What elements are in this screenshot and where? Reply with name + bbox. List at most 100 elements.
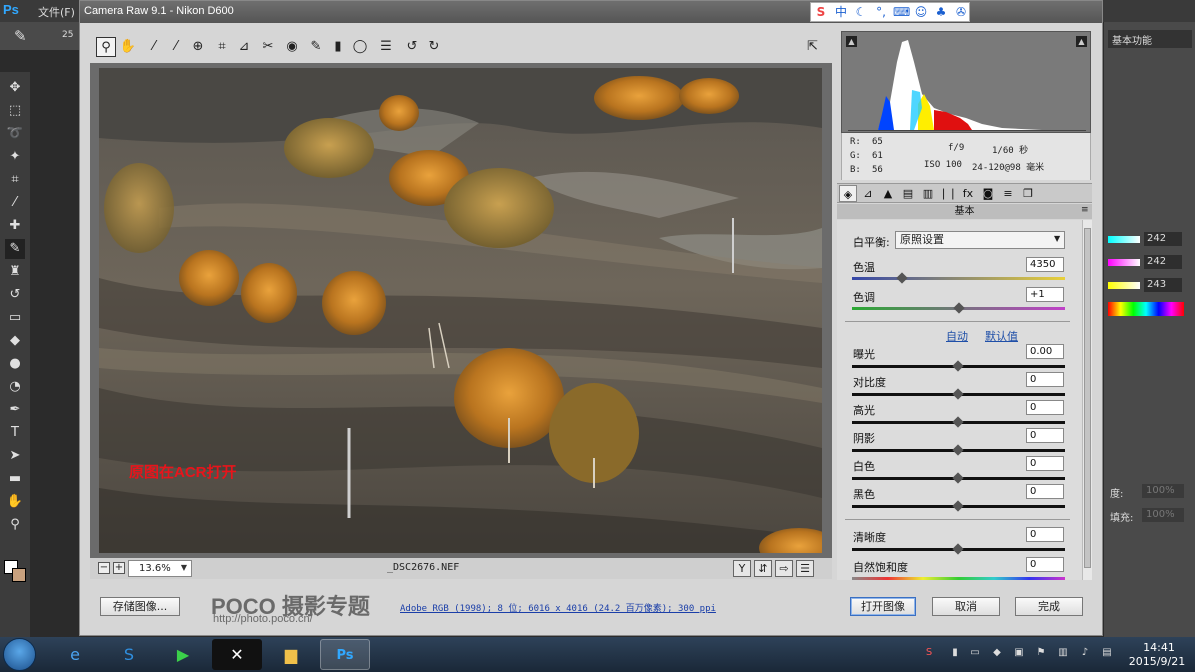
tray-battery-icon[interactable]: ▭: [968, 646, 982, 660]
color-value-g[interactable]: 242: [1144, 255, 1182, 269]
opacity-field[interactable]: 100%: [1142, 484, 1184, 498]
clock-time[interactable]: 14:41: [1134, 641, 1184, 654]
compare-y-icon[interactable]: Y: [733, 560, 751, 577]
default-link[interactable]: 默认值: [985, 328, 1018, 344]
tab-hsl-icon[interactable]: ▤: [899, 185, 917, 202]
spot-removal-icon[interactable]: ✂: [258, 37, 278, 57]
fill-field[interactable]: 100%: [1142, 508, 1184, 522]
rotate-right-icon[interactable]: ↻: [424, 37, 444, 57]
brush-preset-icon[interactable]: ✎: [14, 27, 27, 45]
stamp-tool-icon[interactable]: ♜: [5, 262, 25, 282]
crop-tool-icon[interactable]: ⌗: [5, 170, 25, 190]
wrench-icon[interactable]: ✇: [953, 4, 969, 20]
panel-menu-icon[interactable]: ≡: [1081, 205, 1089, 215]
tray-volume-icon[interactable]: ♪: [1078, 646, 1092, 660]
tab-presets-icon[interactable]: ≡: [999, 185, 1017, 202]
blur-tool-icon[interactable]: ●: [5, 354, 25, 374]
contrast-slider[interactable]: [852, 388, 1065, 400]
app-x-icon[interactable]: ✕: [212, 639, 262, 670]
bucket-tool-icon[interactable]: ◆: [5, 331, 25, 351]
temp-slider[interactable]: [852, 272, 1065, 284]
panel-scrollbar[interactable]: [1082, 220, 1092, 580]
graduated-filter-icon[interactable]: ▮: [328, 37, 348, 57]
color-sampler-icon[interactable]: ⁄: [166, 37, 186, 57]
workspace-select[interactable]: 基本功能: [1108, 30, 1192, 48]
radial-filter-icon[interactable]: ◯: [350, 37, 370, 57]
clarity-field[interactable]: 0: [1026, 527, 1064, 542]
eyedropper-tool-icon[interactable]: ⁄: [5, 193, 25, 213]
copy-settings-icon[interactable]: ⇨: [775, 560, 793, 577]
cancel-button[interactable]: 取消: [932, 597, 1000, 616]
pen-tool-icon[interactable]: ✒: [5, 400, 25, 420]
zoom-in-button[interactable]: +: [113, 562, 125, 574]
fullscreen-toggle-icon[interactable]: ⇱: [807, 39, 825, 57]
highlights-field[interactable]: 0: [1026, 400, 1064, 415]
history-brush-icon[interactable]: ↺: [5, 285, 25, 305]
background-color-swatch[interactable]: [12, 568, 26, 582]
start-button[interactable]: [3, 638, 36, 671]
white-balance-select[interactable]: 原照设置: [895, 231, 1065, 249]
white-balance-icon[interactable]: ⁄: [144, 37, 164, 57]
hand-icon[interactable]: ✋: [118, 37, 138, 57]
sogou-browser-icon[interactable]: S: [104, 639, 154, 670]
save-image-button[interactable]: 存储图像...: [100, 597, 180, 616]
explorer-icon[interactable]: ▆: [266, 639, 316, 670]
marquee-tool-icon[interactable]: ⬚: [5, 101, 25, 121]
chevron-down-icon[interactable]: ▼: [1054, 234, 1060, 243]
tray-network-icon[interactable]: ▥: [1056, 646, 1070, 660]
tab-lens-icon[interactable]: ❘❘: [939, 185, 957, 202]
eraser-tool-icon[interactable]: ▭: [5, 308, 25, 328]
tab-detail-icon[interactable]: ▲: [879, 185, 897, 202]
tray-sogou-icon[interactable]: S: [922, 646, 936, 660]
adjustment-brush-icon[interactable]: ✎: [306, 37, 326, 57]
zoom-tool-icon[interactable]: ⚲: [5, 515, 25, 535]
hand-tool-icon[interactable]: ✋: [5, 492, 25, 512]
dodge-tool-icon[interactable]: ◔: [5, 377, 25, 397]
photoshop-taskbar-icon[interactable]: Ps: [320, 639, 370, 670]
zoom-icon[interactable]: ⚲: [96, 37, 116, 57]
temp-field[interactable]: 4350: [1026, 257, 1064, 272]
preferences-icon[interactable]: ☰: [376, 37, 396, 57]
auto-link[interactable]: 自动: [946, 328, 968, 344]
path-select-icon[interactable]: ➤: [5, 446, 25, 466]
whites-field[interactable]: 0: [1026, 456, 1064, 471]
open-image-button[interactable]: 打开图像: [850, 597, 916, 616]
vibrance-field[interactable]: 0: [1026, 557, 1064, 572]
menu-file[interactable]: 文件(F): [38, 4, 75, 20]
healing-tool-icon[interactable]: ✚: [5, 216, 25, 236]
toggle-preview-icon[interactable]: ☰: [796, 560, 814, 577]
rotate-left-icon[interactable]: ↺: [402, 37, 422, 57]
tab-tone-curve-icon[interactable]: ⊿: [859, 185, 877, 202]
moon-icon[interactable]: ☾: [853, 4, 869, 20]
tab-camera-calibration-icon[interactable]: ◙: [979, 185, 997, 202]
chevron-down-icon[interactable]: ▼: [178, 561, 190, 574]
highlights-slider[interactable]: [852, 416, 1065, 428]
tray-shield-icon[interactable]: ◆: [990, 646, 1004, 660]
scrollbar-thumb[interactable]: [1084, 228, 1091, 568]
shadows-slider[interactable]: [852, 444, 1065, 456]
tab-basic-icon[interactable]: ◈: [839, 185, 857, 202]
punctuation-icon[interactable]: °,: [873, 4, 889, 20]
lasso-tool-icon[interactable]: ➰: [5, 124, 25, 144]
tab-effects-icon[interactable]: fx: [959, 185, 977, 202]
tray-display-icon[interactable]: ▣: [1012, 646, 1026, 660]
targeted-adjust-icon[interactable]: ⊕: [188, 37, 208, 57]
blacks-slider[interactable]: [852, 500, 1065, 512]
move-tool-icon[interactable]: ✥: [5, 78, 25, 98]
color-value-r[interactable]: 242: [1144, 232, 1182, 246]
tray-flag-icon[interactable]: ⚑: [1034, 646, 1048, 660]
exposure-field[interactable]: 0.00: [1026, 344, 1064, 359]
media-player-icon[interactable]: ▶: [158, 639, 208, 670]
tray-power-icon[interactable]: ▤: [1100, 646, 1114, 660]
brush-tool-icon[interactable]: ✎: [5, 239, 25, 259]
user-icon[interactable]: ☺: [913, 4, 929, 20]
sogou-icon[interactable]: S: [813, 4, 829, 20]
clock-date[interactable]: 2015/9/21: [1124, 655, 1190, 668]
tab-snapshots-icon[interactable]: ❐: [1019, 185, 1037, 202]
color-spectrum[interactable]: [1108, 302, 1184, 316]
type-tool-icon[interactable]: T: [5, 423, 25, 443]
straighten-icon[interactable]: ⊿: [234, 37, 254, 57]
ime-chinese-icon[interactable]: 中: [833, 4, 849, 20]
clarity-slider[interactable]: [852, 543, 1065, 555]
tray-wifi-icon[interactable]: ▮: [948, 646, 962, 660]
